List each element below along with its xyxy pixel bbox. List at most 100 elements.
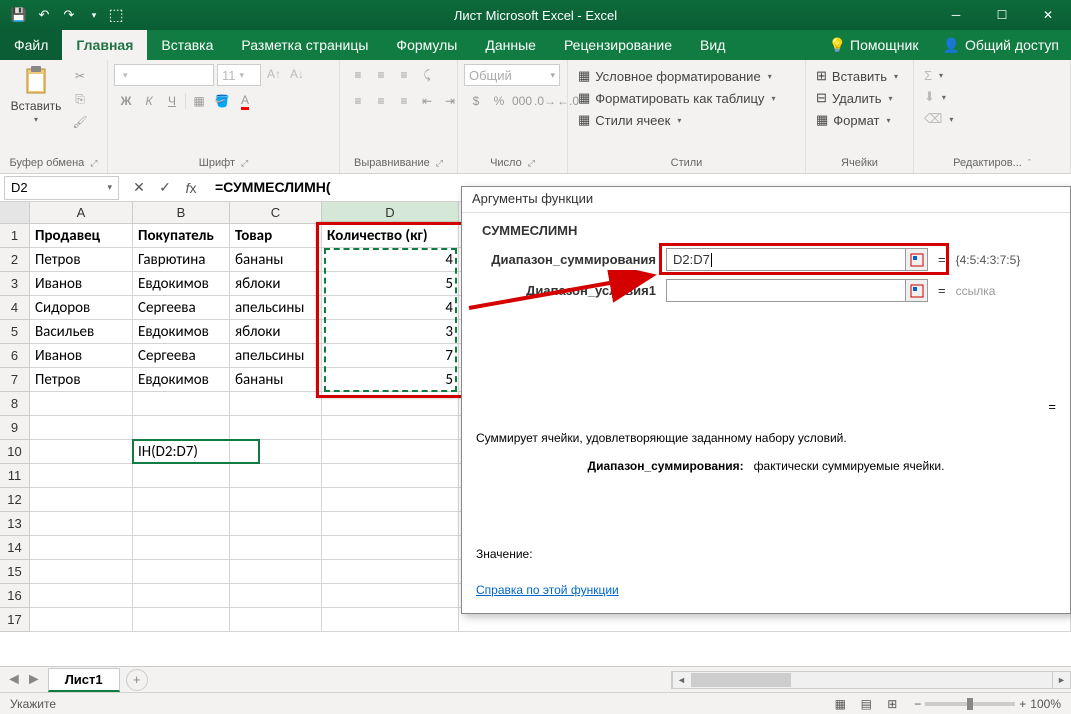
- font-combo[interactable]: ▾: [114, 64, 214, 86]
- fill-color-icon[interactable]: 🪣: [212, 91, 232, 111]
- tab-view[interactable]: Вид: [686, 30, 739, 60]
- zoom-slider[interactable]: [925, 702, 1015, 706]
- col-header-b[interactable]: B: [133, 202, 230, 223]
- row-header[interactable]: 8: [0, 392, 30, 416]
- cell[interactable]: [133, 560, 230, 584]
- cell[interactable]: [30, 536, 133, 560]
- row-header[interactable]: 4: [0, 296, 30, 320]
- launcher-icon[interactable]: ⤢: [90, 158, 97, 169]
- view-normal-icon[interactable]: ▦: [828, 695, 852, 713]
- bold-button[interactable]: Ж: [116, 91, 136, 111]
- cell[interactable]: [30, 440, 133, 464]
- cell[interactable]: бананы: [230, 368, 322, 392]
- cell[interactable]: Товар: [230, 224, 322, 248]
- share-button[interactable]: 👤Общий доступ: [931, 30, 1071, 60]
- currency-icon[interactable]: $: [466, 91, 486, 111]
- cell[interactable]: [322, 464, 459, 488]
- row-header[interactable]: 12: [0, 488, 30, 512]
- indent-dec-icon[interactable]: ⇤: [417, 91, 437, 111]
- italic-button[interactable]: К: [139, 91, 159, 111]
- minimize-button[interactable]: ─: [933, 0, 979, 30]
- paste-button[interactable]: Вставить ▾: [6, 64, 66, 124]
- tab-file[interactable]: Файл: [0, 30, 62, 60]
- collapse-ribbon-icon[interactable]: ˆ: [1028, 158, 1031, 168]
- format-as-table-button[interactable]: ▦Форматировать как таблицу▾: [574, 88, 779, 108]
- comma-icon[interactable]: 000: [512, 91, 532, 111]
- cell[interactable]: [322, 536, 459, 560]
- clear-button[interactable]: ⌫▾: [920, 109, 957, 129]
- cell[interactable]: Иванов: [30, 272, 133, 296]
- cell[interactable]: [322, 440, 459, 464]
- tab-formulas[interactable]: Формулы: [382, 30, 471, 60]
- align-bottom-icon[interactable]: ≡: [394, 65, 414, 85]
- cell[interactable]: [230, 464, 322, 488]
- cell[interactable]: Гаврютина: [133, 248, 230, 272]
- copy-icon[interactable]: ⎘: [70, 89, 90, 109]
- row-header[interactable]: 14: [0, 536, 30, 560]
- row-header[interactable]: 16: [0, 584, 30, 608]
- cell[interactable]: [30, 488, 133, 512]
- zoom-in-icon[interactable]: +: [1019, 697, 1026, 711]
- new-sheet-button[interactable]: +: [126, 669, 148, 691]
- cell[interactable]: [133, 584, 230, 608]
- delete-cells-button[interactable]: ⊟Удалить▾: [812, 88, 897, 108]
- tab-home[interactable]: Главная: [62, 30, 147, 60]
- sheet-tab[interactable]: Лист1: [48, 668, 120, 692]
- cell[interactable]: апельсины: [230, 344, 322, 368]
- dialog-help-link[interactable]: Справка по этой функции: [476, 583, 619, 597]
- cell[interactable]: Продавец: [30, 224, 133, 248]
- cell[interactable]: [230, 608, 322, 632]
- cell[interactable]: [30, 512, 133, 536]
- cell[interactable]: Петров: [30, 248, 133, 272]
- align-right-icon[interactable]: ≡: [394, 91, 414, 111]
- cell-styles-button[interactable]: ▦Стили ячеек▾: [574, 110, 685, 130]
- number-format-combo[interactable]: Общий▾: [464, 64, 560, 86]
- align-top-icon[interactable]: ≡: [348, 65, 368, 85]
- row-header[interactable]: 10: [0, 440, 30, 464]
- cell[interactable]: [230, 488, 322, 512]
- view-page-break-icon[interactable]: ⊞: [880, 695, 904, 713]
- align-left-icon[interactable]: ≡: [348, 91, 368, 111]
- cell[interactable]: [133, 608, 230, 632]
- name-box[interactable]: D2▾: [4, 176, 119, 200]
- row-header[interactable]: 11: [0, 464, 30, 488]
- cell[interactable]: Сергеева: [133, 296, 230, 320]
- close-button[interactable]: ✕: [1025, 0, 1071, 30]
- row-header[interactable]: 3: [0, 272, 30, 296]
- col-header-c[interactable]: C: [230, 202, 322, 223]
- select-all-corner[interactable]: [0, 202, 30, 223]
- align-middle-icon[interactable]: ≡: [371, 65, 391, 85]
- cell[interactable]: яблоки: [230, 272, 322, 296]
- tab-layout[interactable]: Разметка страницы: [227, 30, 382, 60]
- row-header[interactable]: 17: [0, 608, 30, 632]
- row-header[interactable]: 13: [0, 512, 30, 536]
- sheet-nav-next-icon[interactable]: ►: [26, 671, 42, 689]
- scroll-left-icon[interactable]: ◄: [672, 672, 690, 688]
- cell[interactable]: [230, 416, 322, 440]
- underline-button[interactable]: Ч: [162, 91, 182, 111]
- cell[interactable]: Васильев: [30, 320, 133, 344]
- col-header-d[interactable]: D: [322, 202, 459, 223]
- ribbon-options-icon[interactable]: ⬚: [105, 4, 127, 26]
- row-header[interactable]: 5: [0, 320, 30, 344]
- format-painter-icon[interactable]: 🖌: [70, 112, 90, 132]
- cell[interactable]: [30, 608, 133, 632]
- cell[interactable]: апельсины: [230, 296, 322, 320]
- indent-inc-icon[interactable]: ⇥: [440, 91, 460, 111]
- cell[interactable]: [30, 584, 133, 608]
- qat-customize-icon[interactable]: ▾: [83, 4, 105, 26]
- cell[interactable]: [322, 584, 459, 608]
- row-header[interactable]: 7: [0, 368, 30, 392]
- cell[interactable]: [322, 608, 459, 632]
- undo-icon[interactable]: ↶: [33, 4, 55, 26]
- cell[interactable]: Покупатель: [133, 224, 230, 248]
- inc-decimal-icon[interactable]: .0→: [535, 91, 555, 111]
- row-header[interactable]: 1: [0, 224, 30, 248]
- percent-icon[interactable]: %: [489, 91, 509, 111]
- cell[interactable]: [133, 512, 230, 536]
- shrink-font-icon[interactable]: A↓: [287, 64, 307, 84]
- cell[interactable]: [230, 584, 322, 608]
- cell[interactable]: [230, 392, 322, 416]
- tab-data[interactable]: Данные: [471, 30, 550, 60]
- fx-button[interactable]: fx: [179, 177, 203, 199]
